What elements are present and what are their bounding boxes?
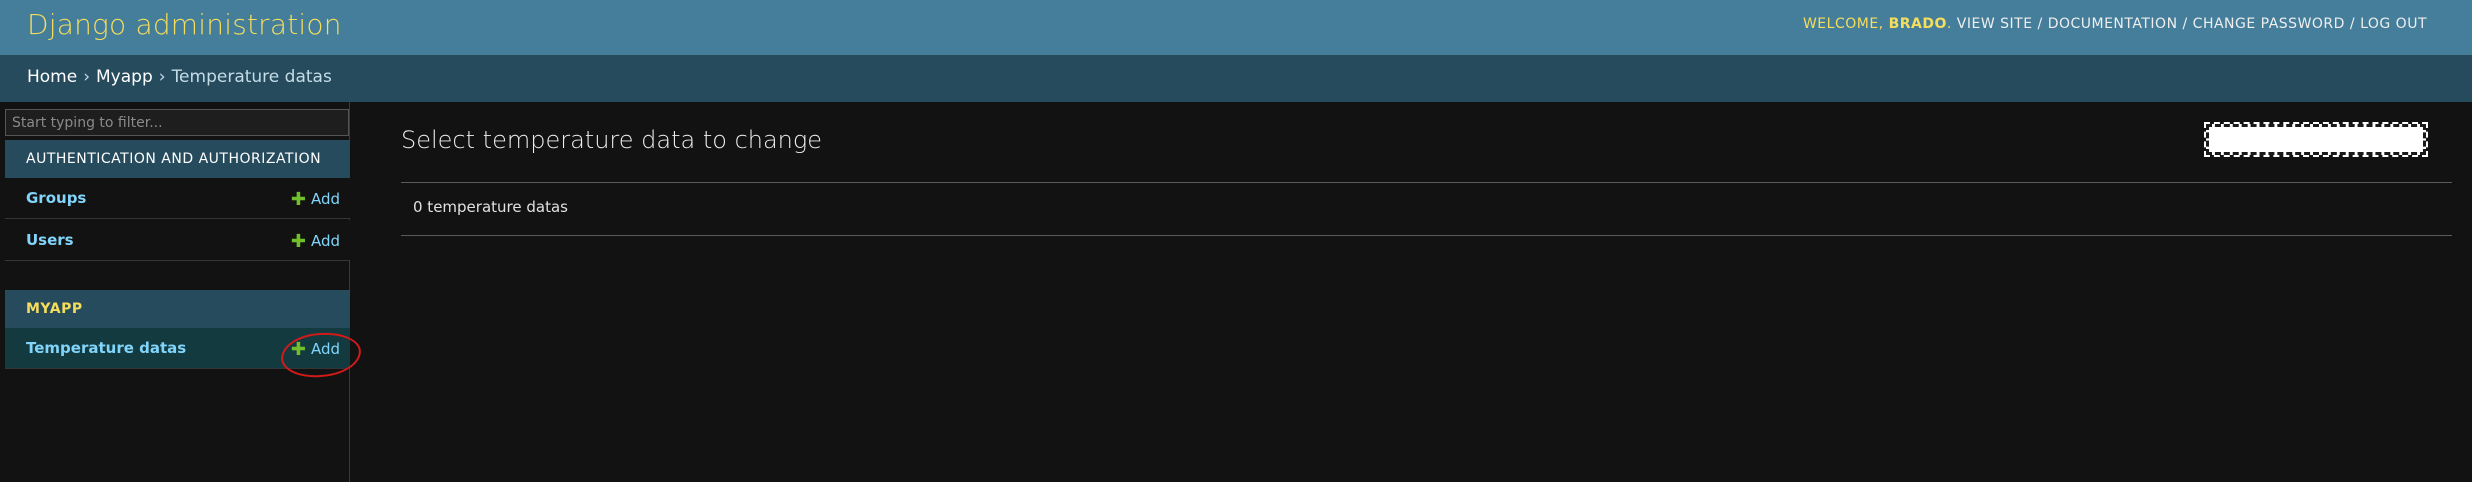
sidebar-item-groups: Groups ✚ Add <box>5 178 350 219</box>
add-label: Add <box>310 190 340 208</box>
documentation-link[interactable]: DOCUMENTATION <box>2048 16 2178 32</box>
model-link-groups[interactable]: Groups <box>26 189 86 207</box>
add-users-button[interactable]: ✚ Add <box>290 230 340 252</box>
nav-filter-input[interactable] <box>5 109 349 136</box>
username: BRADO <box>1888 16 1947 32</box>
breadcrumb-separator: › <box>83 67 91 87</box>
separator: / <box>2182 16 2188 32</box>
breadcrumb: Home › Myapp › Temperature datas <box>0 55 2472 102</box>
main-content: Select temperature data to change 0 temp… <box>351 102 2472 482</box>
site-header: Django administration WELCOME, BRADO. VI… <box>0 0 2472 55</box>
change-password-link[interactable]: CHANGE PASSWORD <box>2193 16 2345 32</box>
page-title: Select temperature data to change <box>401 126 823 154</box>
breadcrumb-separator: › <box>158 67 166 87</box>
welcome-text: WELCOME, <box>1802 16 1884 32</box>
model-link-temperature-datas[interactable]: Temperature datas <box>26 339 186 357</box>
breadcrumb-home[interactable]: Home <box>27 67 77 87</box>
add-groups-button[interactable]: ✚ Add <box>290 188 340 210</box>
add-temperature-data-button[interactable]: ✚ Add <box>290 338 340 360</box>
separator: / <box>2349 16 2356 32</box>
sidebar-item-temperature-datas: Temperature datas ✚ Add <box>5 328 350 369</box>
breadcrumb-current: Temperature datas <box>171 67 332 87</box>
model-link-users[interactable]: Users <box>26 231 74 249</box>
divider <box>401 182 2452 183</box>
plus-icon: ✚ <box>290 231 306 252</box>
divider <box>401 235 2452 236</box>
module-caption-myapp[interactable]: Myapp <box>5 290 350 328</box>
module-caption-label: Authentication and Authorization <box>26 151 322 167</box>
plus-icon: ✚ <box>290 189 306 210</box>
sidebar-item-users: Users ✚ Add <box>5 220 350 261</box>
log-out-link[interactable]: LOG OUT <box>2360 16 2427 32</box>
separator: / <box>2037 16 2043 32</box>
user-tools: WELCOME, BRADO. VIEW SITE / DOCUMENTATIO… <box>1802 16 2427 32</box>
site-name[interactable]: Django administration <box>27 8 342 41</box>
add-label: Add <box>310 340 340 358</box>
result-count: 0 temperature datas <box>413 198 568 216</box>
add-label: Add <box>310 232 340 250</box>
view-site-link[interactable]: VIEW SITE <box>1957 16 2033 32</box>
plus-icon: ✚ <box>290 339 306 360</box>
breadcrumb-app[interactable]: Myapp <box>96 67 153 87</box>
module-caption-auth[interactable]: Authentication and Authorization <box>5 140 350 178</box>
nav-sidebar: Authentication and Authorization Groups … <box>0 102 350 482</box>
search-input[interactable] <box>2204 122 2428 157</box>
module-caption-label: Myapp <box>26 301 83 317</box>
